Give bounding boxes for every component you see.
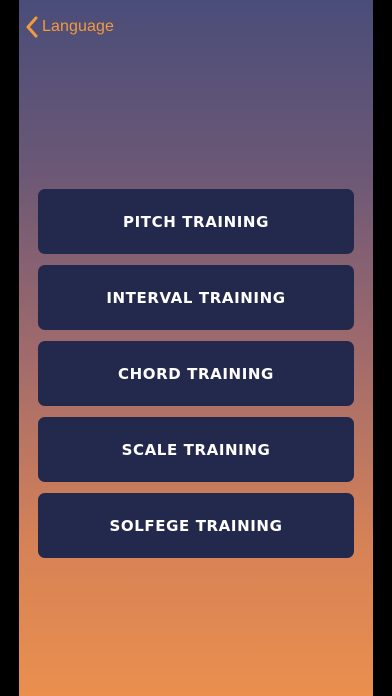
chord-training-label: CHORD TRAINING	[118, 364, 274, 383]
pitch-training-label: PITCH TRAINING	[123, 212, 269, 231]
interval-training-button[interactable]: INTERVAL TRAINING	[38, 265, 354, 330]
right-letterbox	[373, 0, 392, 696]
main-content: Language PITCH TRAINING INTERVAL TRAININ…	[19, 0, 373, 696]
pitch-training-button[interactable]: PITCH TRAINING	[38, 189, 354, 254]
chord-training-button[interactable]: CHORD TRAINING	[38, 341, 354, 406]
interval-training-label: INTERVAL TRAINING	[106, 288, 286, 307]
back-button[interactable]: Language	[25, 14, 114, 40]
chevron-left-icon	[25, 16, 39, 38]
training-menu: PITCH TRAINING INTERVAL TRAINING CHORD T…	[38, 189, 354, 569]
left-letterbox	[0, 0, 19, 696]
scale-training-label: SCALE TRAINING	[121, 440, 271, 459]
back-button-label: Language	[42, 18, 114, 35]
scale-training-button[interactable]: SCALE TRAINING	[38, 417, 354, 482]
app-screen: Language PITCH TRAINING INTERVAL TRAININ…	[0, 0, 392, 696]
solfege-training-button[interactable]: SOLFEGE TRAINING	[38, 493, 354, 558]
solfege-training-label: SOLFEGE TRAINING	[109, 516, 283, 535]
